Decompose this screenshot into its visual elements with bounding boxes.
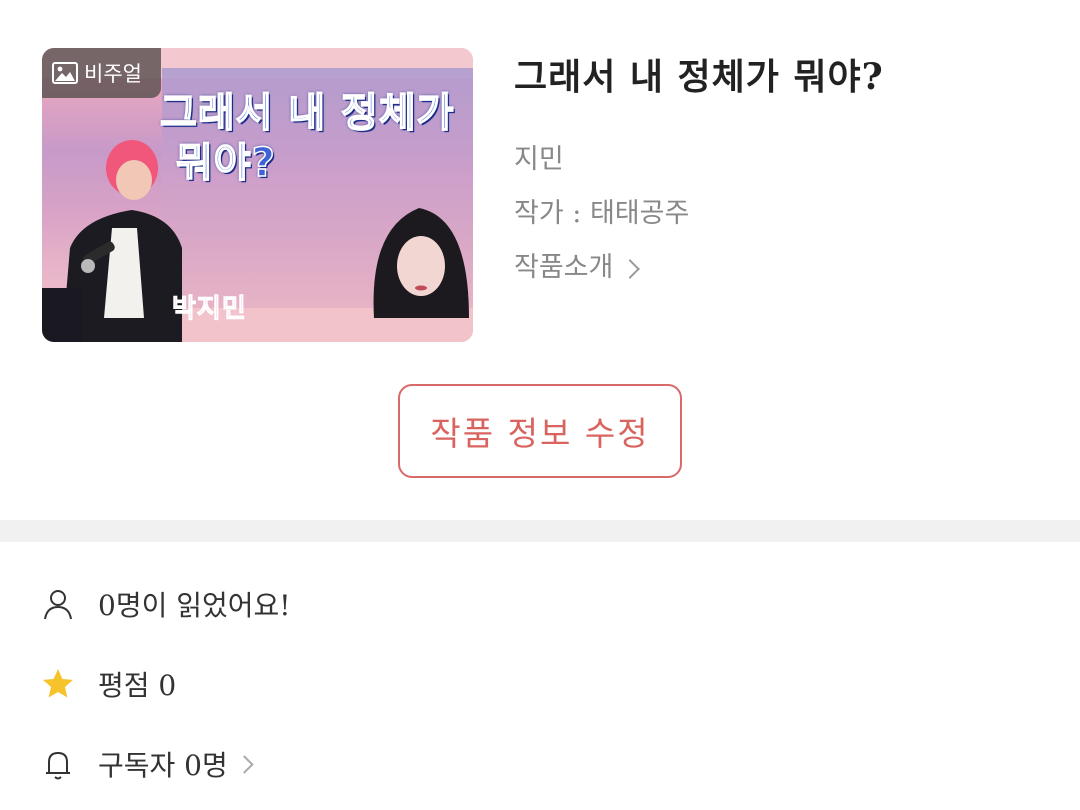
cover-headline-line2: 뭐야?	[175, 139, 276, 187]
readers-label: 0명이 읽었어요!	[98, 589, 291, 622]
work-intro-label: 작품소개	[514, 252, 614, 283]
person-icon	[40, 586, 76, 622]
cover-caption-name: 박지민	[172, 294, 247, 325]
image-icon	[52, 62, 78, 84]
star-icon	[40, 666, 76, 702]
rating-stat: 평점 0	[40, 664, 176, 704]
work-author: 작가 : 태태공주	[514, 198, 690, 229]
work-intro-link[interactable]: 작품소개	[514, 248, 884, 288]
subscribers-stat[interactable]: 구독자 0명	[40, 744, 254, 784]
visual-badge: 비주얼	[42, 48, 161, 98]
visual-badge-label: 비주얼	[84, 62, 142, 86]
cover-headline: 그래서 내 정체가 뭐야?	[159, 88, 455, 188]
rating-label: 평점 0	[98, 669, 177, 702]
cover-thumbnail[interactable]: 비주얼 그래서 내 정체가 뭐야? 박지민	[42, 48, 473, 342]
cover-headline-line1: 그래서 내 정체가	[159, 89, 455, 137]
cover-person-right	[373, 208, 469, 318]
section-divider	[0, 520, 1080, 542]
work-info: 그래서 내 정체가 뭐야? 지민 작가 : 태태공주 작품소개	[514, 52, 884, 288]
work-title: 그래서 내 정체가 뭐야?	[514, 56, 884, 98]
bell-icon	[40, 746, 76, 782]
subscribers-label: 구독자 0명	[98, 749, 228, 782]
chevron-right-icon	[620, 259, 641, 279]
edit-work-info-button[interactable]: 작품 정보 수정	[398, 384, 682, 478]
work-creator: 지민	[514, 144, 564, 175]
readers-stat: 0명이 읽었어요!	[40, 584, 291, 624]
chevron-right-icon	[235, 754, 254, 774]
work-detail-page: 비주얼 그래서 내 정체가 뭐야? 박지민 그래서 내 정체가 뭐야? 지민 작…	[0, 0, 1080, 810]
